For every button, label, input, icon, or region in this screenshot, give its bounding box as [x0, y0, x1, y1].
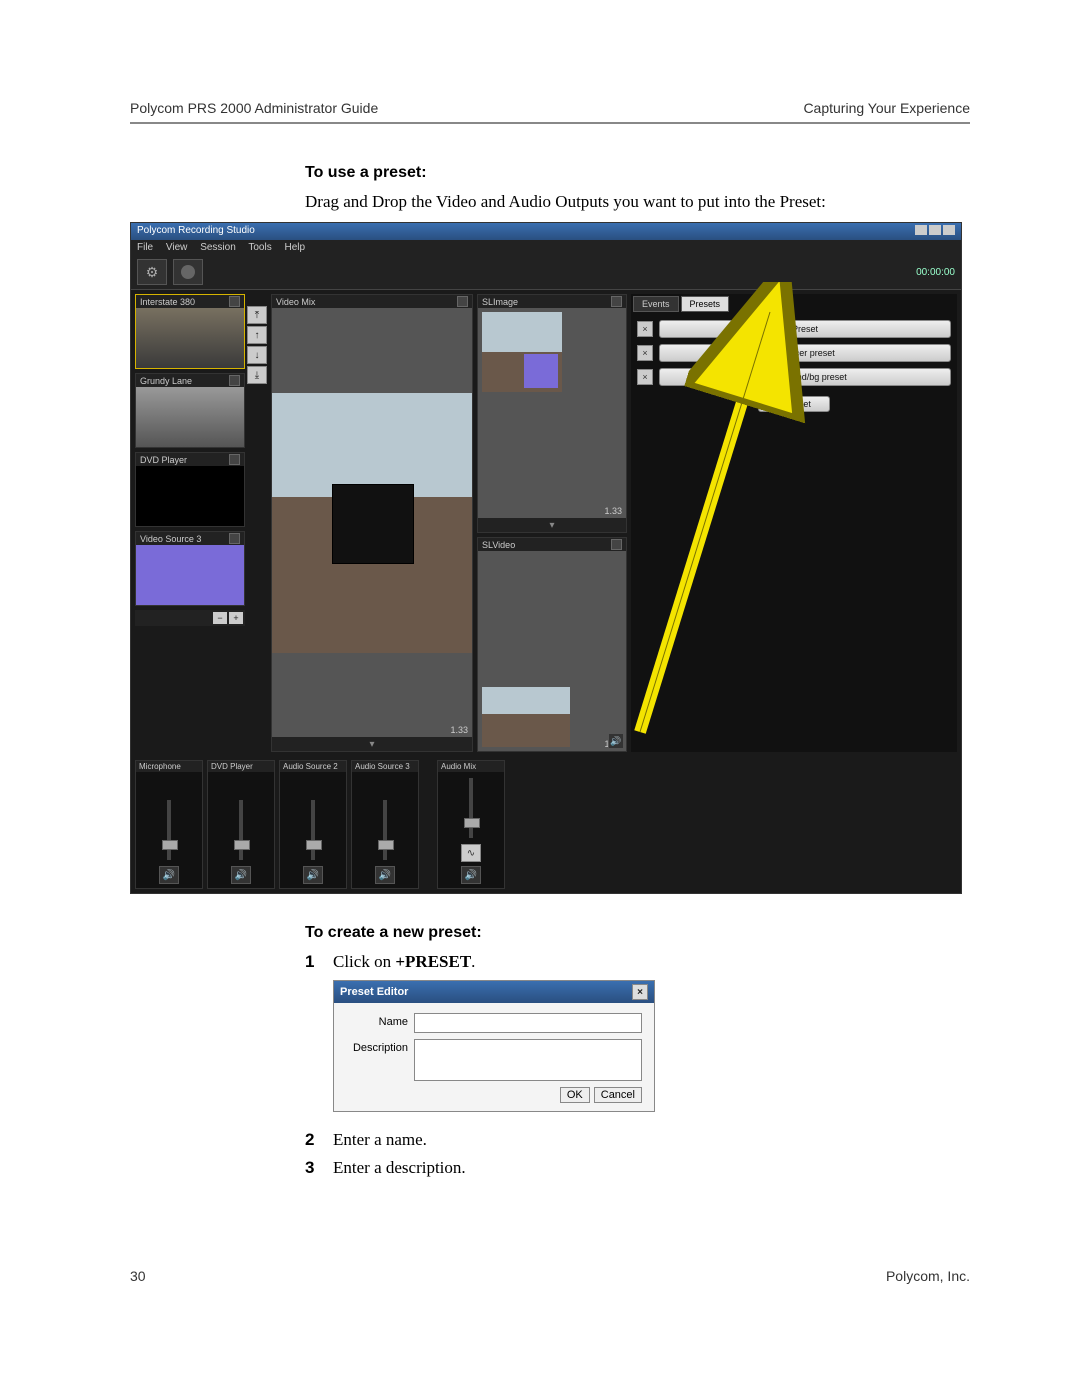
move-up-button[interactable]: ↑	[247, 326, 267, 344]
preset-item-1[interactable]: spencer preset	[659, 344, 951, 362]
audio-mute-3[interactable]: 🔊	[375, 866, 395, 884]
dialog-close-button[interactable]: ×	[632, 984, 648, 1000]
slvideo-speaker-icon[interactable]: 🔊	[608, 733, 624, 749]
menu-help[interactable]: Help	[285, 242, 306, 253]
running-head-left: Polycom PRS 2000 Administrator Guide	[130, 100, 378, 116]
videomix-checkbox[interactable]	[457, 296, 468, 307]
source-thumb-1[interactable]	[136, 387, 244, 447]
videomix-label: Video Mix	[276, 297, 315, 307]
videomix-aspect: 1.33	[450, 725, 468, 735]
source-label-2: DVD Player	[140, 455, 187, 465]
source-label-3: Video Source 3	[140, 534, 201, 544]
audio-mute-4[interactable]: 🔊	[461, 866, 481, 884]
audio-mute-1[interactable]: 🔊	[231, 866, 251, 884]
tab-presets[interactable]: Presets	[681, 296, 730, 312]
source-checkbox-1[interactable]	[229, 375, 240, 386]
move-bottom-button[interactable]: ⤓	[247, 366, 267, 384]
slimage-label: SLImage	[482, 297, 518, 307]
videomix-preview[interactable]: 1.33	[272, 308, 472, 737]
description-input[interactable]	[414, 1039, 642, 1081]
toolbar: 00:00:00	[131, 255, 961, 290]
name-label: Name	[346, 1013, 414, 1028]
record-button[interactable]	[173, 259, 203, 285]
slimage-preview[interactable]: 1.33	[478, 308, 626, 518]
audio-label-3: Audio Source 3	[352, 761, 418, 772]
audio-mute-0[interactable]: 🔊	[159, 866, 179, 884]
section-heading-use-preset: To use a preset:	[305, 164, 970, 182]
source-checkbox-3[interactable]	[229, 533, 240, 544]
page-number: 30	[130, 1268, 146, 1284]
source-label-1: Grundy Lane	[140, 376, 192, 386]
step-text-3: Enter a description.	[333, 1158, 466, 1178]
menu-file[interactable]: File	[137, 242, 153, 253]
audio-fader-4[interactable]	[438, 772, 504, 844]
move-down-button[interactable]: ↓	[247, 346, 267, 364]
step-text-1: Click on +PRESET.	[333, 952, 475, 972]
window-controls[interactable]	[913, 225, 955, 238]
menu-view[interactable]: View	[166, 242, 188, 253]
screenshot-recording-studio: Polycom Recording Studio File View Sessi…	[130, 222, 970, 894]
ok-button[interactable]: OK	[560, 1087, 590, 1103]
window-titlebar: Polycom Recording Studio	[131, 223, 961, 240]
audio-wave-button[interactable]: ∿	[461, 844, 481, 862]
audio-fader-3[interactable]	[352, 772, 418, 866]
audio-label-4: Audio Mix	[438, 761, 504, 772]
videomix-expand[interactable]: ▾	[369, 739, 374, 750]
audio-label-0: Microphone	[136, 761, 202, 772]
preset-delete-1[interactable]: ×	[637, 345, 653, 361]
audio-label-1: DVD Player	[208, 761, 274, 772]
tab-events[interactable]: Events	[633, 296, 679, 312]
step-number-3: 3	[305, 1158, 333, 1178]
slvideo-checkbox[interactable]	[611, 539, 622, 550]
timecode: 00:00:00	[916, 267, 955, 278]
source-remove-button[interactable]: −	[213, 612, 227, 624]
preset-item-0[interactable]: Preset	[659, 320, 951, 338]
move-top-button[interactable]: ⤒	[247, 306, 267, 324]
audio-fader-1[interactable]	[208, 772, 274, 866]
audio-mute-2[interactable]: 🔊	[303, 866, 323, 884]
window-title: Polycom Recording Studio	[137, 225, 255, 238]
source-label-0: Interstate 380	[140, 297, 195, 307]
preset-delete-0[interactable]: ×	[637, 321, 653, 337]
source-checkbox-2[interactable]	[229, 454, 240, 465]
section-body-use-preset: Drag and Drop the Video and Audio Output…	[305, 192, 970, 212]
dialog-title: Preset Editor	[340, 986, 408, 998]
audio-fader-2[interactable]	[280, 772, 346, 866]
cancel-button[interactable]: Cancel	[594, 1087, 642, 1103]
menu-session[interactable]: Session	[200, 242, 236, 253]
menu-tools[interactable]: Tools	[248, 242, 271, 253]
slimage-checkbox[interactable]	[611, 296, 622, 307]
audio-label-2: Audio Source 2	[280, 761, 346, 772]
preset-add-button[interactable]: + Preset	[758, 396, 830, 412]
source-thumb-3[interactable]	[136, 545, 244, 605]
step-number-2: 2	[305, 1130, 333, 1150]
step-text-2: Enter a name.	[333, 1130, 427, 1150]
description-label: Description	[346, 1039, 414, 1054]
running-head-right: Capturing Your Experience	[803, 100, 970, 116]
name-input[interactable]	[414, 1013, 642, 1033]
slimage-aspect: 1.33	[604, 506, 622, 516]
step-number-1: 1	[305, 952, 333, 972]
slimage-expand[interactable]: ▾	[549, 520, 554, 531]
source-checkbox-0[interactable]	[229, 296, 240, 307]
slvideo-preview[interactable]: 1.33 🔊	[478, 551, 626, 751]
page-footer: 30 Polycom, Inc.	[130, 1268, 970, 1284]
menubar[interactable]: File View Session Tools Help	[131, 240, 961, 255]
footer-company: Polycom, Inc.	[886, 1268, 970, 1284]
section-heading-create-preset: To create a new preset:	[305, 924, 970, 942]
source-thumb-0[interactable]	[136, 308, 244, 368]
audio-fader-0[interactable]	[136, 772, 202, 866]
screenshot-preset-editor: Preset Editor × Name Description OK Canc…	[333, 980, 655, 1112]
source-add-button[interactable]: +	[229, 612, 243, 624]
slvideo-label: SLVideo	[482, 540, 515, 550]
running-head: Polycom PRS 2000 Administrator Guide Cap…	[130, 100, 970, 124]
settings-button[interactable]	[137, 259, 167, 285]
preset-delete-2[interactable]: ×	[637, 369, 653, 385]
preset-item-2[interactable]: foreground/bg preset	[659, 368, 951, 386]
source-thumb-2[interactable]	[136, 466, 244, 526]
